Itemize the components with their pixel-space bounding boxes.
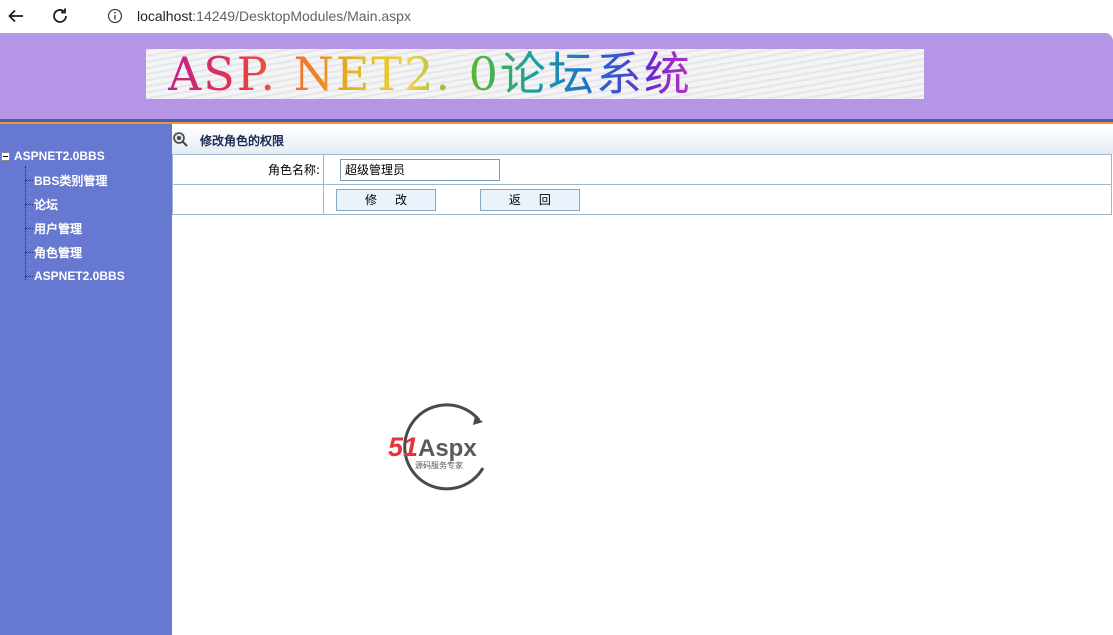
sidebar-item-forum[interactable]: 论坛	[25, 196, 58, 212]
form-row-role-name: 角色名称:	[172, 154, 1112, 185]
back-button-form[interactable]: 返回	[479, 188, 580, 211]
51aspx-logo: 51 Aspx 源码服务专家	[388, 403, 485, 491]
tree-branch	[25, 251, 33, 253]
url-text[interactable]: localhost:14249/DesktopModules/Main.aspx	[137, 8, 411, 24]
tree-root-label[interactable]: ASPNET2.0BBS	[14, 149, 105, 163]
role-name-label: 角色名称:	[172, 154, 324, 185]
logo-51: 51	[388, 432, 418, 462]
logo-aspx: Aspx	[418, 435, 477, 462]
edit-role-form: 角色名称: 修改 返回	[172, 154, 1112, 215]
form-row-actions: 修改 返回	[172, 184, 1112, 215]
sidebar-item-bbs-category[interactable]: BBS类别管理	[25, 172, 107, 188]
tools-icon	[173, 132, 188, 147]
sidebar-item-label[interactable]: BBS类别管理	[34, 172, 107, 189]
sidebar: ASPNET2.0BBS BBS类别管理 论坛 用户管理 角色管理 ASPNET…	[0, 124, 172, 635]
tree-branch	[25, 275, 33, 277]
back-button[interactable]	[4, 4, 28, 28]
info-icon[interactable]	[107, 8, 123, 24]
role-name-input[interactable]	[340, 158, 500, 181]
tree-branch	[25, 227, 33, 229]
site-banner: ASP. NET2. 0论坛系统	[146, 49, 924, 99]
sidebar-item-users[interactable]: 用户管理	[25, 220, 82, 236]
url-host: localhost	[137, 8, 193, 24]
edit-button[interactable]: 修改	[336, 188, 436, 211]
empty-label-cell	[172, 184, 324, 215]
tree-branch	[25, 179, 33, 181]
tree-root[interactable]: ASPNET2.0BBS	[0, 148, 105, 164]
logo-tagline: 源码服务专家	[415, 460, 463, 470]
browser-toolbar: localhost:14249/DesktopModules/Main.aspx	[0, 0, 1113, 33]
actions-cell: 修改 返回	[323, 184, 1112, 215]
tree-branch	[25, 203, 33, 205]
reload-button[interactable]	[48, 4, 72, 28]
page-title: 修改角色的权限	[200, 134, 285, 148]
role-name-cell	[323, 154, 1112, 185]
sidebar-item-roles[interactable]: 角色管理	[25, 244, 82, 260]
sidebar-item-label[interactable]: 用户管理	[34, 220, 82, 237]
sidebar-item-label[interactable]: ASPNET2.0BBS	[34, 269, 125, 283]
sidebar-item-label[interactable]: 角色管理	[34, 244, 82, 261]
content-title-bar: 修改角色的权限	[172, 126, 1113, 154]
reload-icon	[53, 8, 67, 23]
url-path: :14249/DesktopModules/Main.aspx	[192, 8, 411, 24]
arrow-left-icon	[8, 9, 23, 23]
collapse-icon[interactable]	[1, 151, 10, 161]
banner-title: ASP. NET2. 0论坛系统	[168, 49, 692, 99]
sidebar-item-home[interactable]: ASPNET2.0BBS	[25, 268, 125, 284]
address-bar[interactable]: localhost:14249/DesktopModules/Main.aspx	[88, 1, 1113, 31]
sidebar-item-label[interactable]: 论坛	[34, 196, 58, 213]
